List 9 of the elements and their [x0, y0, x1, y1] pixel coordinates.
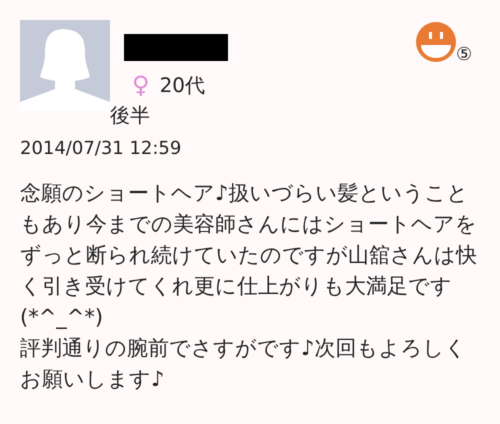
avatar-silhouette-icon — [20, 20, 110, 110]
smiley-face-icon — [415, 21, 457, 63]
review-paragraph: 念願のショートヘア♪扱いづらい髪ということもあり今までの美容師さんにはショートヘアをずっと断られ続けていたのですが山舘さんは快く引き受けてくれ更に仕上がりも大満足です(*^_^*) — [20, 180, 478, 331]
review-paragraph: 評判通りの腕前でさすがです♪次回もよろしくお願いします♪ — [20, 335, 468, 393]
rating-number: ⑤ — [456, 45, 472, 65]
female-symbol: ♀ — [132, 70, 150, 100]
post-date: 2014/07/31 12:59 — [20, 138, 182, 160]
age-text: 20代 — [160, 72, 206, 99]
age-text: 後半 — [110, 102, 150, 129]
